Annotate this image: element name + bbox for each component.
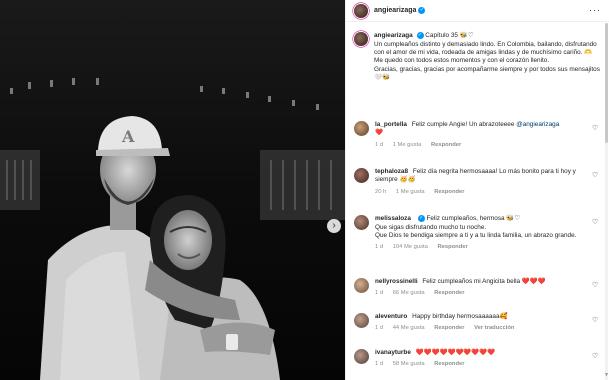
caption-line-1: Capítulo 35 🐝♡ [425,32,474,40]
author-username[interactable]: angiearizaga [374,6,416,15]
reply-button[interactable]: Responder [431,142,461,148]
post-side-panel: angiearizaga ✓ ··· angiearizaga ✓ Capítu… [345,0,609,380]
scrollbar[interactable] [605,23,608,380]
reply-button[interactable]: Responder [434,361,464,367]
more-options-icon[interactable]: ··· [589,5,601,17]
comment-username[interactable]: melissaloza [375,215,411,222]
svg-text:A: A [121,127,135,146]
comment-likes[interactable]: 1 Me gusta [393,142,422,148]
comment-avatar[interactable] [354,121,369,136]
comment-item: melissaloza ✓ Feliz cumpleaños, hermosa … [354,215,606,252]
comment-body: la_portella Feliz cumple Angie! Un abraz… [375,121,585,149]
see-translation-button[interactable]: Ver traducción [474,325,514,331]
comment-username[interactable]: tephaloza8 [375,168,408,175]
post-caption: angiearizaga ✓ Capítulo 35 🐝♡ Un cumplea… [354,32,600,82]
scroll-down-icon[interactable]: ▼ [604,372,609,379]
chevron-right-icon: › [332,220,336,231]
comment-text: Feliz cumpleaños mi Angicita bella ❤️❤️❤… [422,278,546,285]
like-heart-icon[interactable]: ♡ [592,172,599,179]
comment-meta: 20 h 1 Me gusta Responder [375,189,585,197]
verified-badge-icon: ✓ [418,7,426,14]
comment-username[interactable]: aleventuro [375,313,407,320]
comment-time: 1 d [375,290,384,297]
comment-time: 1 d [375,141,384,148]
comment-text-line: Que sigas disfrutando mucho tu noche. [375,223,487,231]
verified-badge-icon: ✓ [417,215,425,222]
comment-text: Feliz cumpleaños, hermosa 🐝♡ [426,215,521,223]
like-heart-icon[interactable]: ♡ [592,282,599,289]
comment-text: Feliz cumple Angie! Un abrazoteeee [411,121,515,128]
comment-meta: 1 d 44 Me gusta Responder Ver traducción [375,325,585,333]
reply-button[interactable]: Responder [437,244,467,250]
caption-line-4: Gracias, gracias, gracias por acompañarm… [374,65,600,81]
comment-item: aleventuro Happy birthday hermosaaaaaa🥰 … [354,313,606,333]
comment-time: 1 d [375,325,384,332]
scrollbar-thumb[interactable] [605,23,608,143]
photo-illustration: A [0,0,345,380]
reply-button[interactable]: Responder [434,325,464,331]
comment-meta: 1 d 66 Me gusta Responder [375,290,585,298]
comment-meta: 1 d 104 Me gusta Responder [375,244,585,252]
comment-time: 1 d [375,361,384,368]
like-heart-icon[interactable]: ♡ [592,219,599,226]
comment-meta: 1 d 1 Me gusta Responder [375,142,585,150]
caption-avatar[interactable] [354,32,368,46]
comment-time: 20 h [375,188,387,195]
like-heart-icon[interactable]: ♡ [592,317,599,324]
caption-username[interactable]: angiearizaga [374,32,413,39]
comment-likes[interactable]: 58 Me gusta [393,361,425,367]
comment-username[interactable]: la_portella [375,121,407,128]
caption-text: angiearizaga ✓ Capítulo 35 🐝♡ Un cumplea… [374,32,600,82]
comment-username[interactable]: nellyrossinelli [375,278,418,285]
comment-mention[interactable]: @angiearizaga [516,121,559,128]
comment-likes[interactable]: 1 Me gusta [396,189,425,195]
comment-likes[interactable]: 104 Me gusta [393,244,428,250]
comment-avatar[interactable] [354,168,369,183]
comment-body: tephaloza8 Feliz día negrita hermosaaaa!… [375,168,585,196]
comments-scroll-area[interactable]: angiearizaga ✓ Capítulo 35 🐝♡ Un cumplea… [346,23,609,380]
author-avatar[interactable] [354,3,368,18]
comment-body: melissaloza ✓ Feliz cumpleaños, hermosa … [375,215,585,252]
comment-avatar[interactable] [354,215,369,230]
like-heart-icon[interactable]: ♡ [592,353,599,360]
comment-item: ivanayturbe ❤️❤️❤️❤️❤️❤️❤️❤️❤️❤️ 1 d 58 … [354,349,606,369]
comment-likes[interactable]: 66 Me gusta [393,290,425,296]
comment-text: ❤️❤️❤️❤️❤️❤️❤️❤️❤️❤️ [415,349,496,356]
comment-item: tephaloza8 Feliz día negrita hermosaaaa!… [354,168,606,196]
comment-body: aleventuro Happy birthday hermosaaaaaa🥰 … [375,313,585,333]
comment-time: 1 d [375,244,384,251]
post-photo[interactable]: A › [0,0,345,380]
reply-button[interactable]: Responder [434,290,464,296]
comment-text-line: ❤️ [375,129,383,137]
caption-line-2: Un cumpleaños distinto y demasiado lindo… [374,40,597,56]
next-photo-button[interactable]: › [327,219,341,233]
caption-line-3: Me quedo con todos estos momentos y con … [374,57,550,65]
comment-meta: 1 d 58 Me gusta Responder [375,361,585,369]
comment-body: ivanayturbe ❤️❤️❤️❤️❤️❤️❤️❤️❤️❤️ 1 d 58 … [375,349,585,369]
comment-avatar[interactable] [354,313,369,328]
post-header: angiearizaga ✓ ··· [346,0,609,22]
comment-text-line: Que Dios te bendiga siempre a ti y a tu … [375,231,577,239]
instagram-post-modal: A › angiearizaga ✓ ··· angiearizaga ✓ Ca… [0,0,609,380]
comment-item: la_portella Feliz cumple Angie! Un abraz… [354,121,606,149]
comment-text: Happy birthday hermosaaaaaa🥰 [412,313,508,320]
reply-button[interactable]: Responder [434,189,464,195]
comment-avatar[interactable] [354,349,369,364]
verified-badge-icon: ✓ [416,32,424,39]
like-heart-icon[interactable]: ♡ [592,125,599,132]
comment-avatar[interactable] [354,278,369,293]
comment-likes[interactable]: 44 Me gusta [393,325,425,331]
comment-item: nellyrossinelli Feliz cumpleaños mi Angi… [354,278,606,298]
comment-username[interactable]: ivanayturbe [375,349,411,356]
comment-body: nellyrossinelli Feliz cumpleaños mi Angi… [375,278,585,298]
